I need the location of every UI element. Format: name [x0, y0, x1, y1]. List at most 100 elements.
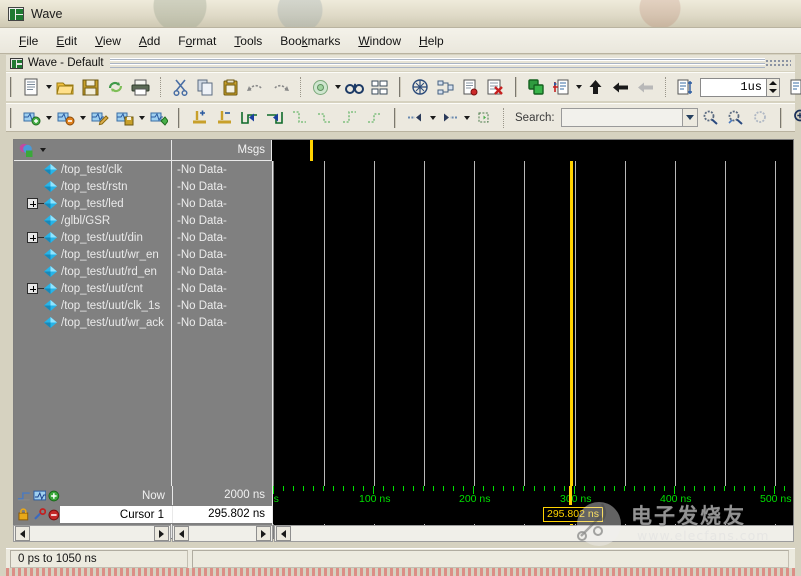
names-scroll-left-icon[interactable]: [15, 526, 30, 541]
step-over-icon[interactable]: [634, 76, 657, 99]
spin-down-icon[interactable]: [767, 87, 779, 96]
signal-value-list[interactable]: -No Data--No Data--No Data--No Data--No …: [173, 161, 273, 538]
signal-name-list[interactable]: /top_test/clk/top_test/rstn/top_test/led…: [14, 161, 172, 538]
simulate-icon[interactable]: [409, 76, 432, 99]
cursor1-value[interactable]: 295.802 ns: [172, 506, 272, 523]
save-wave-dropdown-icon[interactable]: [137, 107, 146, 129]
menu-add[interactable]: Add: [130, 32, 169, 50]
values-scroll-track[interactable]: [190, 526, 255, 541]
find-next-transition-icon[interactable]: [263, 106, 286, 129]
search-options-icon[interactable]: [749, 106, 772, 129]
run-length-icon[interactable]: [674, 76, 697, 99]
expand-plus-icon[interactable]: [27, 283, 38, 294]
remove-wave-dropdown-icon[interactable]: [78, 107, 87, 129]
paste-icon[interactable]: [219, 76, 242, 99]
print-icon[interactable]: [129, 76, 152, 99]
spin-up-icon[interactable]: [767, 79, 779, 88]
search-next-icon[interactable]: [724, 106, 747, 129]
wave-scrollbar[interactable]: [274, 525, 794, 542]
cursor-time-badge[interactable]: 295.802 ns: [543, 507, 603, 522]
reload-icon[interactable]: [104, 76, 127, 99]
menu-edit[interactable]: Edit: [47, 32, 86, 50]
find-icon[interactable]: [343, 76, 366, 99]
names-scroll-right-icon[interactable]: [154, 526, 169, 541]
run-icon[interactable]: [550, 76, 573, 99]
signal-row[interactable]: /top_test/uut/wr_ack: [14, 314, 171, 331]
ruler-cursor-marker[interactable]: [569, 486, 572, 505]
search-dropdown-icon[interactable]: [683, 108, 698, 127]
step-into-icon[interactable]: [787, 76, 801, 99]
values-scrollbar[interactable]: [172, 525, 273, 542]
run-length-spin-arrows[interactable]: [766, 78, 780, 97]
mdi-resize-dots[interactable]: [765, 59, 791, 68]
insert-cursor-icon[interactable]: [188, 106, 211, 129]
run-length-spinbox[interactable]: 1us: [700, 78, 780, 97]
names-scroll-track[interactable]: [31, 526, 153, 541]
run-dropdown-icon[interactable]: [574, 76, 583, 98]
signal-group-dropdown-icon[interactable]: [38, 139, 47, 161]
next-event-dropdown-icon[interactable]: [462, 107, 471, 129]
timeline-ruler[interactable]: 0 ns100 ns200 ns300 ns400 ns500 ns: [272, 486, 793, 505]
signal-row[interactable]: /top_test/uut/wr_en: [14, 246, 171, 263]
zoom-in-icon[interactable]: [790, 106, 801, 129]
export-wave-icon[interactable]: [147, 106, 170, 129]
find-rising-edge-2-icon[interactable]: [363, 106, 386, 129]
values-scroll-left-icon[interactable]: [174, 526, 189, 541]
signal-row[interactable]: /top_test/uut/din: [14, 229, 171, 246]
step-back-icon[interactable]: [609, 76, 632, 99]
menu-format[interactable]: Format: [169, 32, 225, 50]
signal-row[interactable]: /top_test/clk: [14, 161, 171, 178]
menu-view[interactable]: View: [86, 32, 130, 50]
expand-plus-icon[interactable]: [27, 232, 38, 243]
menu-help[interactable]: Help: [410, 32, 453, 50]
cursor1-label[interactable]: Cursor 1: [60, 506, 172, 523]
dataflow-icon[interactable]: [434, 76, 457, 99]
remove-wave-icon[interactable]: [54, 106, 77, 129]
delete-coverage-icon[interactable]: [484, 76, 507, 99]
search-input[interactable]: [561, 108, 683, 127]
save-icon[interactable]: [79, 76, 102, 99]
run-length-input[interactable]: 1us: [700, 78, 766, 97]
redo-icon[interactable]: [269, 76, 292, 99]
expand-plus-icon[interactable]: [27, 198, 38, 209]
signal-row[interactable]: /glbl/GSR: [14, 212, 171, 229]
add-wave-icon[interactable]: [20, 106, 43, 129]
menu-window[interactable]: Window: [349, 32, 410, 50]
open-file-icon[interactable]: [54, 76, 77, 99]
previous-event-dropdown-icon[interactable]: [428, 107, 437, 129]
find-falling-edge-2-icon[interactable]: [313, 106, 336, 129]
cursor-marker-header[interactable]: [310, 140, 313, 161]
signal-row[interactable]: /top_test/uut/cnt: [14, 280, 171, 297]
cursor1-row[interactable]: Cursor 1 295.802 ns 295.802 ns: [14, 505, 793, 524]
find-falling-edge-icon[interactable]: [288, 106, 311, 129]
menu-bookmarks[interactable]: Bookmarks: [271, 32, 349, 50]
compile-dropdown-icon[interactable]: [333, 76, 342, 98]
undo-icon[interactable]: [244, 76, 267, 99]
find-rising-edge-icon[interactable]: [338, 106, 361, 129]
signal-row[interactable]: /top_test/uut/clk_1s: [14, 297, 171, 314]
search-previous-icon[interactable]: [699, 106, 722, 129]
signal-row[interactable]: /top_test/uut/rd_en: [14, 263, 171, 280]
cut-icon[interactable]: [169, 76, 192, 99]
signal-row[interactable]: /top_test/led: [14, 195, 171, 212]
previous-event-icon[interactable]: [404, 106, 427, 129]
new-file-icon[interactable]: [20, 76, 43, 99]
cursor-line[interactable]: [570, 161, 573, 538]
restart-icon[interactable]: [525, 76, 548, 99]
next-event-icon[interactable]: [438, 106, 461, 129]
signal-group-icon[interactable]: [18, 143, 35, 158]
expand-event-icon[interactable]: [472, 106, 495, 129]
find-previous-transition-icon[interactable]: [238, 106, 261, 129]
values-scroll-right-icon[interactable]: [256, 526, 271, 541]
edit-wave-icon[interactable]: [88, 106, 111, 129]
menu-file[interactable]: File: [10, 32, 47, 50]
copy-icon[interactable]: [194, 76, 217, 99]
structure-icon[interactable]: [368, 76, 391, 99]
save-wave-icon[interactable]: [113, 106, 136, 129]
compile-icon[interactable]: [309, 76, 332, 99]
menu-tools[interactable]: Tools: [225, 32, 271, 50]
add-wave-dropdown-icon[interactable]: [44, 107, 53, 129]
new-file-dropdown-icon[interactable]: [44, 76, 53, 98]
wave-scroll-left-icon[interactable]: [276, 526, 291, 541]
continue-run-icon[interactable]: [584, 76, 607, 99]
